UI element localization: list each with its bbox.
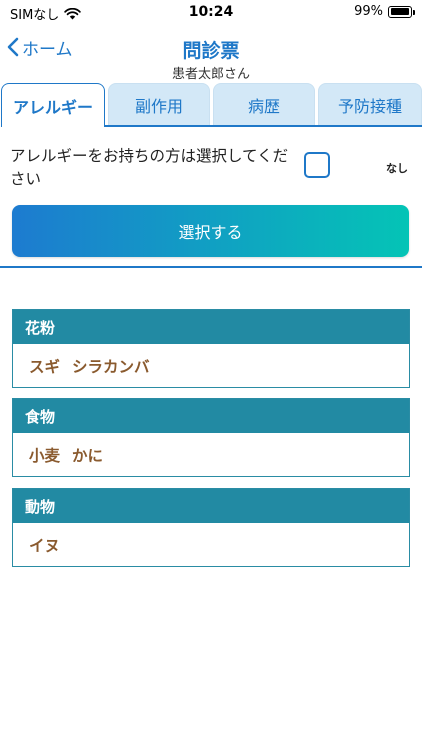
category-items[interactable]: 小麦 かに	[13, 433, 409, 476]
select-button[interactable]: 選択する	[12, 205, 409, 257]
tab-underline	[105, 125, 422, 127]
tab-medical-history[interactable]: 病歴	[213, 83, 315, 125]
section-divider	[0, 266, 422, 268]
none-checkbox[interactable]	[304, 152, 330, 178]
page-title: 問診票	[182, 40, 240, 62]
patient-name: 患者太郎さん	[171, 67, 250, 82]
category-title: 花粉	[13, 310, 409, 344]
tab-allergy[interactable]: アレルギー	[1, 83, 105, 127]
allergy-category-card: 花粉 スギ シラカンバ	[12, 309, 410, 388]
category-items[interactable]: スギ シラカンバ	[13, 344, 409, 387]
battery-icon	[388, 5, 415, 18]
none-label: なし	[386, 162, 408, 175]
tab-bar: アレルギー 副作用 病歴 予防接種	[0, 83, 422, 127]
status-bar: SIMなし 10:24 99%	[0, 0, 422, 24]
category-title: 動物	[13, 489, 409, 523]
allergy-category-card: 動物 イヌ	[12, 488, 410, 567]
battery-percent: 99%	[354, 4, 383, 19]
allergy-item: かに	[72, 446, 104, 465]
allergy-prompt: アレルギーをお持ちの方は選択してください	[10, 147, 289, 188]
tab-side-effects[interactable]: 副作用	[108, 83, 210, 125]
allergy-item: スギ	[29, 357, 61, 376]
battery-info: 99%	[354, 4, 415, 19]
allergy-category-card: 食物 小麦 かに	[12, 398, 410, 477]
allergy-item: 小麦	[29, 446, 61, 465]
category-title: 食物	[13, 399, 409, 433]
category-items[interactable]: イヌ	[13, 523, 409, 566]
tab-vaccination[interactable]: 予防接種	[318, 83, 422, 125]
allergy-item: イヌ	[29, 536, 61, 555]
allergy-item: シラカンバ	[72, 357, 150, 376]
battery-fill	[390, 8, 410, 15]
